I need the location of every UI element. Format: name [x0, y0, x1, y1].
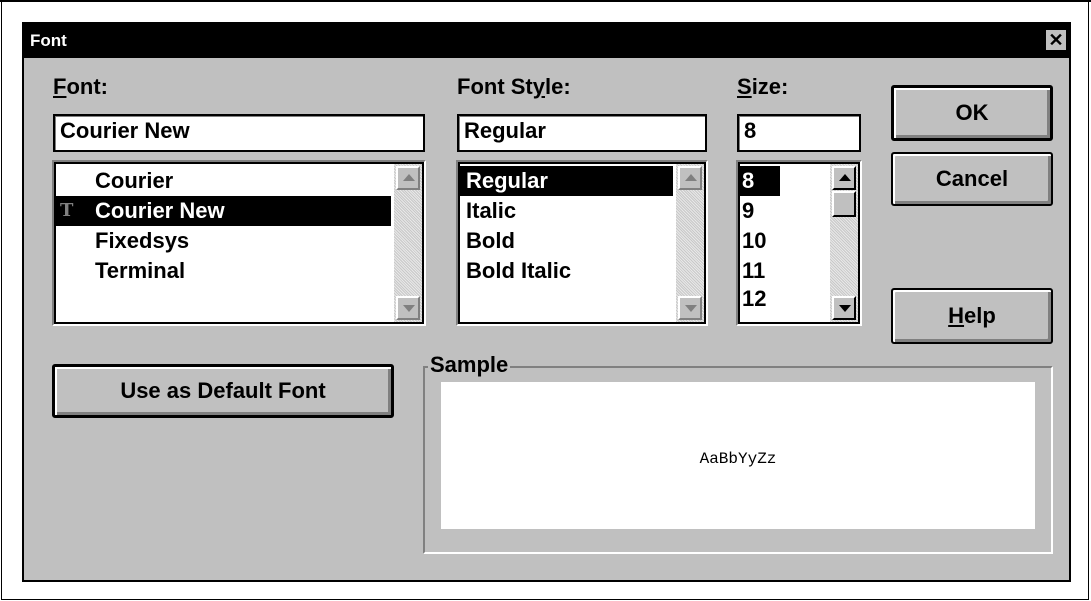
- font-label: Font:: [53, 74, 108, 99]
- size-label: Size:: [737, 74, 789, 99]
- font-size-list[interactable]: 8 9 10 11 12: [736, 160, 862, 326]
- font-style-field[interactable]: Regular: [457, 114, 707, 152]
- title-bar[interactable]: Font ✕: [24, 24, 1069, 58]
- ok-button[interactable]: OK: [891, 85, 1053, 141]
- list-item[interactable]: Courier: [56, 166, 391, 196]
- sample-preview: AaBbYyZz: [441, 382, 1035, 529]
- scroll-up-arrow-icon: [839, 174, 851, 181]
- scroll-up-button[interactable]: [832, 166, 856, 190]
- font-style-list[interactable]: Regular Italic Bold Bold Italic: [456, 160, 708, 326]
- font-style-label: Font Style:: [457, 74, 571, 99]
- scroll-up-arrow-icon: [403, 174, 415, 181]
- scroll-down-button[interactable]: [678, 296, 702, 320]
- list-item[interactable]: 12: [740, 286, 780, 312]
- list-item[interactable]: Bold Italic: [460, 256, 673, 286]
- list-item-selected[interactable]: T Courier New: [56, 196, 391, 226]
- list-item[interactable]: 9: [740, 196, 780, 226]
- sample-text: AaBbYyZz: [699, 450, 777, 468]
- close-button[interactable]: ✕: [1045, 29, 1067, 51]
- scroll-up-button[interactable]: [678, 166, 702, 190]
- truetype-icon: T: [60, 200, 74, 221]
- list-item[interactable]: Fixedsys: [56, 226, 391, 256]
- use-as-default-font-button[interactable]: Use as Default Font: [52, 364, 394, 418]
- list-item-selected[interactable]: 8: [740, 166, 780, 196]
- help-button[interactable]: Help: [891, 288, 1053, 344]
- scroll-down-arrow-icon: [685, 305, 697, 312]
- scroll-thumb[interactable]: [832, 191, 856, 217]
- scroll-down-button[interactable]: [832, 296, 856, 320]
- dialog-title: Font: [30, 31, 67, 50]
- font-size-list-scrollbar[interactable]: [830, 164, 858, 322]
- scroll-down-arrow-icon: [403, 305, 415, 312]
- cancel-button[interactable]: Cancel: [891, 152, 1053, 206]
- font-list[interactable]: Courier T Courier New Fixedsys Terminal: [52, 160, 426, 326]
- list-item-selected[interactable]: Regular: [460, 166, 673, 196]
- font-list-scrollbar[interactable]: [394, 164, 422, 322]
- font-dialog: Font ✕ Font: Font Style: Size: Courier N…: [22, 22, 1071, 582]
- scroll-up-button[interactable]: [396, 166, 420, 190]
- list-item[interactable]: 10: [740, 226, 780, 256]
- close-icon: ✕: [1048, 30, 1064, 50]
- list-item[interactable]: Bold: [460, 226, 673, 256]
- scroll-up-arrow-icon: [685, 174, 697, 181]
- font-name-field[interactable]: Courier New: [53, 114, 425, 152]
- list-item[interactable]: Italic: [460, 196, 673, 226]
- font-style-list-scrollbar[interactable]: [676, 164, 704, 322]
- scroll-down-arrow-icon: [839, 305, 851, 312]
- font-size-field[interactable]: 8: [737, 114, 861, 152]
- sample-legend: Sample: [428, 352, 511, 378]
- scroll-down-button[interactable]: [396, 296, 420, 320]
- list-item[interactable]: 11: [740, 256, 780, 286]
- list-item[interactable]: Terminal: [56, 256, 391, 286]
